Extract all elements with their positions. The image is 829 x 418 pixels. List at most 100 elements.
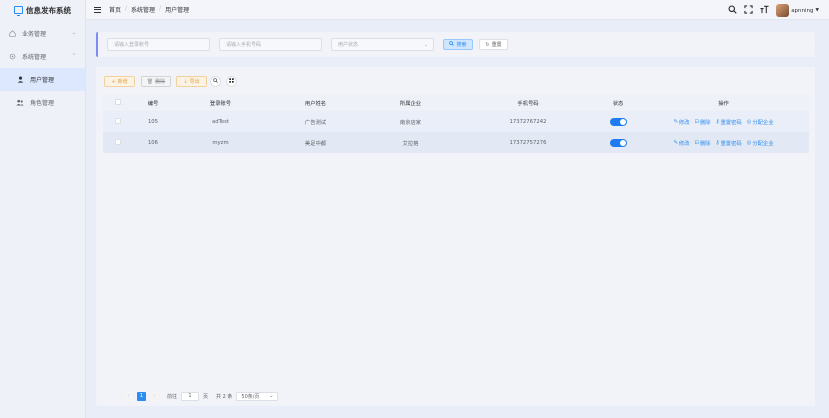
edit-link[interactable]: ✎ 修改 [673, 139, 689, 147]
cell-company: 南京店家 [363, 111, 458, 132]
trash-icon: ⊡ [694, 118, 699, 125]
refresh-icon: ↻ [485, 41, 490, 48]
row-checkbox[interactable] [115, 138, 121, 145]
chevron-up-icon: ⌃ [71, 53, 76, 59]
sidebar-item-label: 业务管理 [22, 31, 47, 38]
page-size-select[interactable]: 50条/页 ⌄ [236, 391, 279, 401]
breadcrumb-current: 用户管理 [165, 7, 190, 14]
edit-icon: ✎ [673, 139, 678, 146]
total-count: 共 2 条 [216, 393, 233, 400]
plus-icon: + [111, 78, 116, 85]
search-panel: 请输入登录账号 请输入手机号码 用户状态 ⌄ 搜索 ↻ 重置 [96, 32, 815, 57]
key-icon: ⚷ [715, 118, 720, 125]
app-title: 信息发布系统 [26, 5, 71, 15]
search-button[interactable]: 搜索 [443, 39, 473, 50]
caret-down-icon: ▼ [815, 8, 819, 13]
reset-password-link[interactable]: ⚷ 重置密码 [716, 139, 742, 147]
top-header: 首页 / 系统管理 / 用户管理 apnning ▼ [86, 0, 829, 20]
check-circle-icon: ◎ [746, 139, 752, 146]
cell-account: adTest [173, 111, 268, 132]
status-select[interactable]: 用户状态 ⌄ [331, 38, 434, 51]
prev-page-button[interactable]: ‹ [124, 391, 133, 401]
phone-input[interactable]: 请输入手机号码 [219, 38, 322, 51]
cell-name: 美足中都 [268, 132, 363, 153]
table-row: 105 adTest 广告测试 南京店家 17372767242 ✎ 修改 ⊡ 删除… [103, 111, 809, 132]
cell-phone: 17372767242 [458, 111, 598, 132]
sidebar-item-label: 用户管理 [30, 77, 55, 84]
delete-link[interactable]: ⊡ 删除 [695, 118, 711, 126]
status-toggle[interactable] [609, 138, 627, 147]
chevron-down-icon: ⌄ [71, 30, 76, 36]
grid-icon [229, 78, 234, 85]
cell-id: 106 [133, 132, 173, 153]
toggle-search-button[interactable] [210, 76, 221, 87]
cell-name: 广告测试 [268, 111, 363, 132]
search-icon[interactable] [728, 5, 737, 16]
column-header: 登录账号 [173, 94, 268, 111]
user-table: 编号 登录账号 用户姓名 所属企业 手机号码 状态 操作 105 adTest … [103, 94, 809, 153]
avatar [776, 4, 790, 17]
page-jump-input[interactable]: 1 [181, 391, 200, 401]
trash-icon: 🗑 [146, 78, 154, 85]
search-icon [449, 41, 455, 48]
sidebar-item-business[interactable]: 业务管理 ⌄ [0, 22, 85, 45]
users-icon [16, 99, 24, 107]
table-panel: + 新增 🗑 删除 ↓ 导出 编号 登录账号 用户姓名 所属企业 手机号码 状态 [96, 67, 815, 406]
assign-company-link[interactable]: ◎ 分配企业 [747, 118, 774, 126]
cell-company: 艾拉格 [363, 132, 458, 153]
next-page-button[interactable]: › [150, 391, 159, 401]
cell-id: 105 [133, 111, 173, 132]
column-header: 所属企业 [363, 94, 458, 111]
sidebar-item-system[interactable]: 系统管理 ⌃ [0, 45, 85, 68]
sidebar-item-users[interactable]: 用户管理 [0, 68, 85, 91]
sidebar-item-label: 角色管理 [30, 100, 55, 107]
download-icon: ↓ [183, 78, 188, 85]
column-header: 手机号码 [458, 94, 598, 111]
menu-toggle-icon[interactable] [94, 6, 101, 13]
sidebar: 信息发布系统 业务管理 ⌄ 系统管理 ⌃ 用户管理 角色管理 [0, 0, 86, 418]
home-icon [8, 30, 16, 38]
select-all-checkbox[interactable] [115, 98, 121, 105]
edit-link[interactable]: ✎ 修改 [673, 118, 689, 126]
key-icon: ⚷ [715, 139, 720, 146]
check-circle-icon: ◎ [746, 118, 752, 125]
pagination: ‹ 1 › 前往 1 页 共 2 条 50条/页 ⌄ [124, 391, 279, 401]
username: apnning [791, 7, 814, 14]
breadcrumb-system: 系统管理 [131, 7, 156, 14]
fullscreen-icon[interactable] [744, 5, 753, 16]
breadcrumb: 首页 / 系统管理 / 用户管理 [109, 5, 190, 14]
reset-password-link[interactable]: ⚷ 重置密码 [716, 118, 742, 126]
chevron-down-icon: ⌄ [423, 41, 428, 48]
columns-button[interactable] [226, 76, 237, 87]
table-row: 106 myzm 美足中都 艾拉格 17372757276 ✎ 修改 ⊡ 删除 ⚷ 重… [103, 132, 809, 153]
edit-icon: ✎ [673, 118, 678, 125]
column-header: 用户姓名 [268, 94, 363, 111]
column-header: 操作 [638, 94, 809, 111]
column-header: 状态 [598, 94, 638, 111]
status-select-placeholder: 用户状态 [338, 42, 359, 48]
font-size-icon[interactable] [760, 5, 769, 16]
delete-button[interactable]: 🗑 删除 [141, 76, 171, 87]
export-button[interactable]: ↓ 导出 [176, 76, 207, 87]
monitor-icon [14, 6, 23, 16]
search-icon [213, 78, 218, 85]
page-number-current[interactable]: 1 [137, 391, 146, 401]
sidebar-item-roles[interactable]: 角色管理 [0, 91, 85, 114]
cell-phone: 17372757276 [458, 132, 598, 153]
status-toggle[interactable] [609, 117, 627, 126]
delete-link[interactable]: ⊡ 删除 [695, 139, 711, 147]
table-header-row: 编号 登录账号 用户姓名 所属企业 手机号码 状态 操作 [103, 94, 809, 111]
account-input[interactable]: 请输入登录账号 [107, 38, 210, 51]
user-icon [16, 76, 24, 84]
reset-button[interactable]: ↻ 重置 [479, 39, 508, 50]
header-actions: apnning ▼ [728, 4, 819, 17]
sidebar-item-label: 系统管理 [22, 54, 47, 61]
user-menu[interactable]: apnning ▼ [776, 4, 819, 17]
add-button[interactable]: + 新增 [104, 76, 135, 87]
assign-company-link[interactable]: ◎ 分配企业 [747, 139, 774, 147]
breadcrumb-home[interactable]: 首页 [109, 5, 121, 14]
app-logo: 信息发布系统 [0, 0, 85, 20]
chevron-down-icon: ⌄ [269, 393, 274, 399]
row-checkbox[interactable] [115, 117, 121, 124]
goto-label: 前往 [167, 393, 178, 400]
